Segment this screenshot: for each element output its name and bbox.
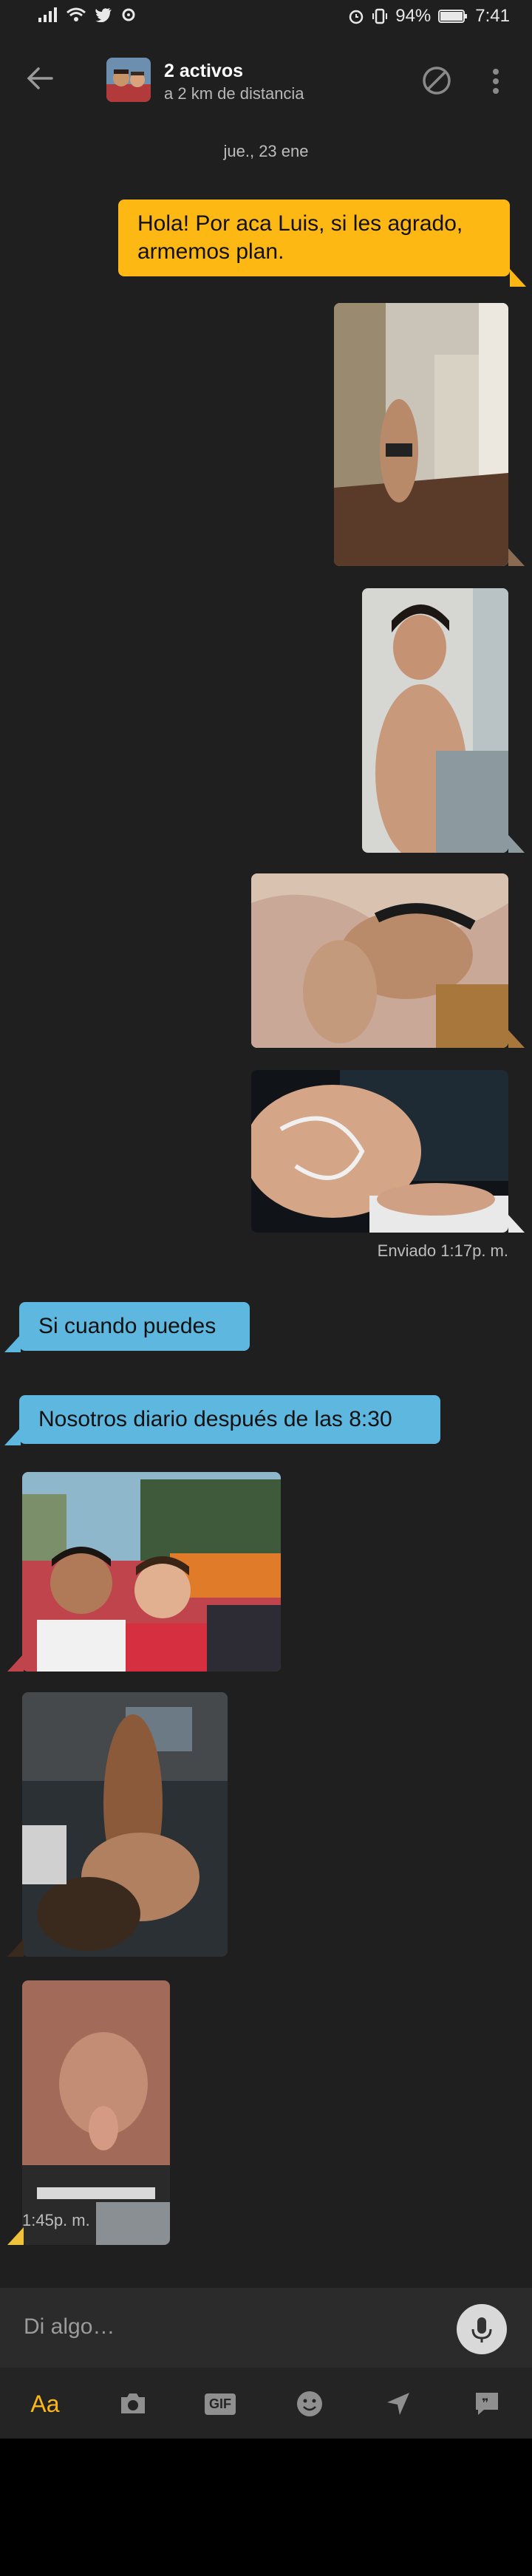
- bubble-tail: [508, 548, 525, 566]
- text-tool-button[interactable]: Aa: [27, 2385, 64, 2422]
- svg-text:❞: ❞: [482, 2396, 488, 2410]
- message-input[interactable]: Di algo…: [24, 2314, 115, 2340]
- clock: 7:41: [475, 6, 510, 26]
- more-vertical-icon[interactable]: [491, 67, 501, 96]
- wifi-icon: [66, 7, 86, 21]
- back-arrow-icon[interactable]: [25, 64, 55, 93]
- location-button[interactable]: [380, 2385, 417, 2422]
- sent-photo[interactable]: [251, 873, 508, 1048]
- bubble-tail: [4, 1335, 21, 1352]
- bubble-tail: [508, 1030, 525, 1048]
- chat-header: 2 activos a 2 km de distancia: [0, 41, 532, 123]
- bubble-tail: [4, 1428, 21, 1445]
- camera-button[interactable]: [115, 2385, 151, 2422]
- bubble-tail: [510, 269, 526, 287]
- settings-gear-icon: [122, 8, 135, 21]
- incoming-message[interactable]: Nosotros diario después de las 8:30: [19, 1395, 440, 1444]
- system-navigation-bar: [0, 2439, 532, 2576]
- smiley-icon: [297, 2391, 322, 2416]
- block-icon[interactable]: [421, 65, 452, 96]
- location-arrow-icon: [387, 2393, 409, 2415]
- emoji-button[interactable]: [291, 2385, 328, 2422]
- avatar[interactable]: [106, 58, 151, 102]
- signal-icon: [38, 7, 57, 22]
- twitter-icon: [95, 8, 112, 22]
- sent-photo[interactable]: [334, 303, 508, 566]
- bubble-tail: [7, 2227, 24, 2245]
- battery-percent: 94%: [395, 6, 432, 26]
- sent-photo[interactable]: [251, 1070, 508, 1233]
- status-bar: 94% 7:41: [0, 0, 532, 41]
- profile-title[interactable]: 2 activos: [164, 61, 243, 82]
- microphone-icon: [471, 2317, 492, 2342]
- message-composer: Di algo…: [0, 2288, 532, 2368]
- bubble-tail: [508, 835, 525, 853]
- saved-phrases-button[interactable]: ❞: [468, 2385, 505, 2422]
- quote-bubble-icon: ❞: [476, 2393, 498, 2415]
- gif-label: GIF: [205, 2393, 236, 2415]
- sent-timestamp: Enviado 1:17p. m.: [377, 1241, 508, 1260]
- received-timestamp: 1:45p. m.: [22, 2211, 90, 2229]
- bubble-tail: [7, 1654, 24, 1672]
- outgoing-message[interactable]: Hola! Por aca Luis, si les agrado, armem…: [118, 200, 510, 276]
- date-separator: jue., 23 ene: [223, 142, 309, 160]
- microphone-button[interactable]: [457, 2304, 507, 2354]
- bubble-tail: [7, 1939, 24, 1957]
- alarm-icon: [349, 10, 364, 24]
- distance-subtitle: a 2 km de distancia: [164, 84, 304, 103]
- bubble-tail: [508, 1215, 525, 1233]
- sent-photo[interactable]: [362, 588, 508, 853]
- status-right: 94% 7:41: [348, 6, 510, 27]
- received-photo[interactable]: [22, 1980, 170, 2245]
- received-photo[interactable]: [22, 1692, 228, 1957]
- status-left-icons: [38, 7, 136, 22]
- battery-icon: [438, 10, 468, 23]
- gif-button[interactable]: GIF: [202, 2385, 238, 2422]
- composer-toolbar: Aa GIF ❞: [0, 2368, 532, 2439]
- received-photo[interactable]: [22, 1472, 281, 1672]
- incoming-message[interactable]: Si cuando puedes: [19, 1302, 250, 1351]
- camera-icon: [121, 2393, 145, 2413]
- vibrate-icon: [372, 8, 388, 24]
